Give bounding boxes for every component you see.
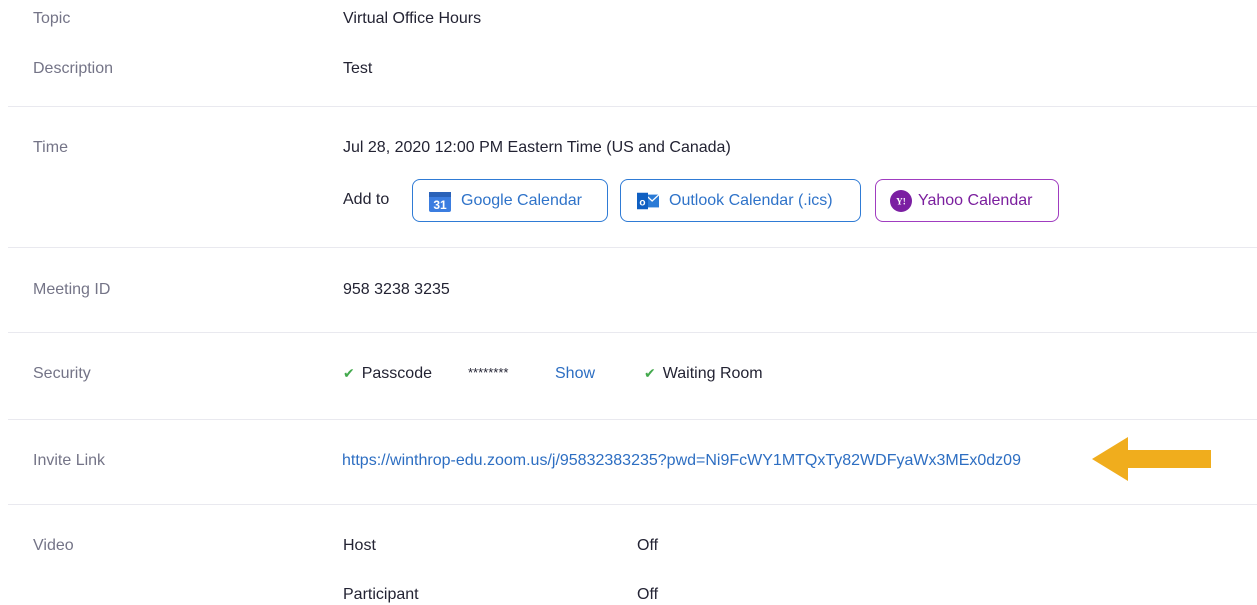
waiting-room-item: ✔ Waiting Room (644, 365, 763, 383)
google-calendar-button[interactable]: 31 Google Calendar (412, 179, 608, 222)
description-value: Test (343, 60, 373, 77)
svg-text:Y!: Y! (896, 196, 906, 206)
time-value: Jul 28, 2020 12:00 PM Eastern Time (US a… (343, 139, 731, 156)
check-icon: ✔ (644, 365, 656, 381)
host-label: Host (343, 537, 376, 554)
yahoo-calendar-label: Yahoo Calendar (918, 191, 1033, 209)
yahoo-calendar-button[interactable]: Y! Yahoo Calendar (875, 179, 1059, 222)
invite-link-label: Invite Link (33, 452, 106, 469)
security-label: Security (33, 365, 91, 382)
passcode-label: Passcode (361, 365, 432, 382)
show-passcode-link[interactable]: Show (555, 365, 595, 383)
invite-link-url[interactable]: https://winthrop-edu.zoom.us/j/958323832… (342, 452, 1021, 470)
waiting-room-label: Waiting Room (662, 365, 763, 382)
participant-label: Participant (343, 586, 419, 603)
outlook-icon: o (637, 190, 659, 212)
meeting-id-value: 958 3238 3235 (343, 281, 450, 298)
divider (8, 419, 1257, 420)
divider (8, 332, 1257, 333)
svg-text:o: o (639, 197, 645, 208)
meeting-id-label: Meeting ID (33, 281, 111, 298)
google-calendar-label: Google Calendar (461, 191, 582, 209)
participant-value: Off (637, 586, 659, 603)
outlook-calendar-label: Outlook Calendar (.ics) (669, 191, 833, 209)
passcode-item: ✔ Passcode (343, 365, 432, 383)
time-label: Time (33, 139, 68, 156)
divider (8, 504, 1257, 505)
divider (8, 247, 1257, 248)
divider (8, 106, 1257, 107)
check-icon: ✔ (343, 365, 355, 381)
arrow-icon (1092, 437, 1211, 481)
topic-value: Virtual Office Hours (343, 10, 482, 27)
video-label: Video (33, 537, 74, 554)
add-to-label: Add to (343, 191, 390, 208)
host-value: Off (637, 537, 659, 554)
yahoo-icon: Y! (890, 189, 912, 212)
svg-text:31: 31 (433, 198, 447, 212)
google-calendar-icon: 31 (429, 190, 451, 212)
passcode-masked: ******** (468, 365, 509, 380)
outlook-calendar-button[interactable]: o Outlook Calendar (.ics) (620, 179, 861, 222)
topic-label: Topic (33, 10, 71, 27)
description-label: Description (33, 60, 114, 77)
